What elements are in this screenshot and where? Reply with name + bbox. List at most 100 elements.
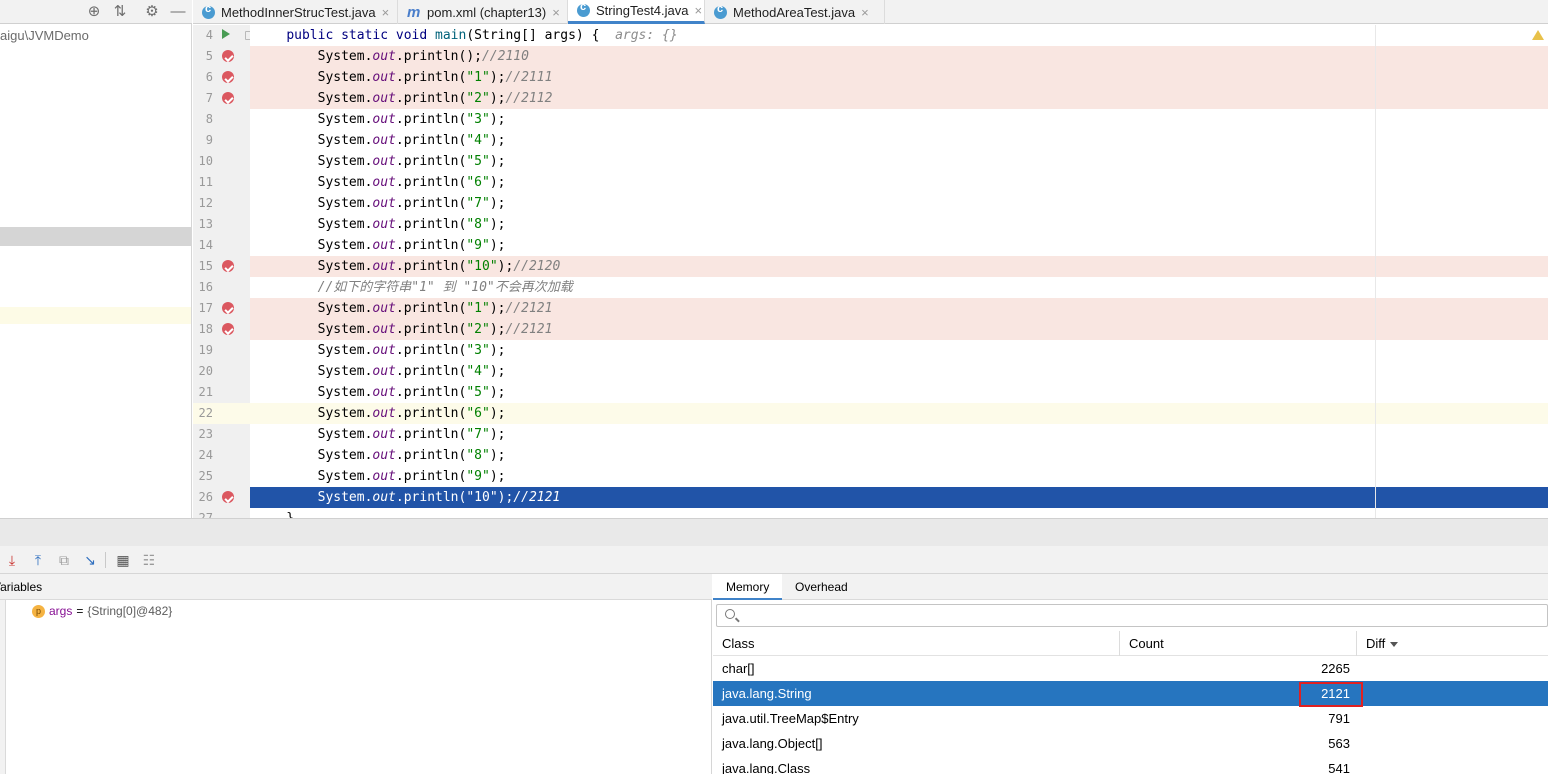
gutter-row[interactable]: 13 bbox=[193, 214, 250, 235]
gutter-row[interactable]: 5 bbox=[193, 46, 250, 67]
editor-tab[interactable]: MethodInnerStrucTest.java × bbox=[193, 0, 398, 24]
step-into-icon[interactable]: ⤓ bbox=[3, 551, 21, 569]
editor-tab[interactable]: StringTest4.java × bbox=[568, 0, 705, 24]
gear-icon[interactable]: ⚙ bbox=[143, 3, 161, 21]
close-icon[interactable]: × bbox=[552, 5, 560, 20]
class-search-input[interactable] bbox=[716, 604, 1548, 627]
line-number: 14 bbox=[198, 238, 213, 252]
close-icon[interactable]: × bbox=[382, 5, 390, 20]
gutter-row[interactable]: 21 bbox=[193, 382, 250, 403]
drop-frame-icon[interactable]: ⧉ bbox=[55, 551, 73, 569]
gutter-row[interactable]: 11 bbox=[193, 172, 250, 193]
table-row[interactable]: java.util.TreeMap$Entry 791 bbox=[713, 706, 1548, 731]
editor-tab[interactable]: MethodAreaTest.java × bbox=[705, 0, 885, 24]
code-line[interactable]: System.out.println("1");//2121 bbox=[250, 298, 1548, 319]
code-token: ); bbox=[489, 175, 506, 190]
gutter-row[interactable]: 12 bbox=[193, 193, 250, 214]
table-row[interactable]: char[] 2265 bbox=[713, 656, 1548, 681]
collapse-all-icon[interactable]: ⇅ bbox=[111, 3, 129, 21]
code-token: out bbox=[372, 70, 396, 85]
gutter-row[interactable]: 23 bbox=[193, 424, 250, 445]
gutter-row[interactable]: 10 bbox=[193, 151, 250, 172]
gutter-row[interactable]: 15 bbox=[193, 256, 250, 277]
code-line[interactable]: //如下的字符串"1" 到 "10"不会再次加载 bbox=[250, 277, 1548, 298]
code-line[interactable]: System.out.println("1");//2111 bbox=[250, 67, 1548, 88]
code-line[interactable]: System.out.println("8"); bbox=[250, 214, 1548, 235]
code-line[interactable]: System.out.println("7"); bbox=[250, 424, 1548, 445]
table-row[interactable]: java.lang.Class 541 bbox=[713, 756, 1548, 774]
column-header-count[interactable]: Count bbox=[1119, 631, 1356, 656]
variable-row[interactable]: p args = {String[0]@482} bbox=[32, 604, 172, 618]
breakpoint-icon[interactable] bbox=[222, 491, 234, 503]
gutter-row[interactable]: 8 bbox=[193, 109, 250, 130]
code-line[interactable]: public static void main(String[] args) {… bbox=[250, 25, 1548, 46]
editor-gutter[interactable]: 4 5 6 7 8 9 10 11 12 13 14 15 16 17 18 19 20 21 22 23 24 25 26… bbox=[193, 25, 253, 525]
code-line[interactable]: System.out.println("4"); bbox=[250, 361, 1548, 382]
column-header-diff[interactable]: Diff bbox=[1356, 631, 1548, 656]
code-line[interactable]: System.out.println("4"); bbox=[250, 130, 1548, 151]
code-line[interactable]: System.out.println("9"); bbox=[250, 466, 1548, 487]
close-icon[interactable]: × bbox=[861, 5, 869, 20]
gutter-row[interactable]: 24 bbox=[193, 445, 250, 466]
code-line[interactable]: } bbox=[250, 508, 1548, 518]
code-line[interactable]: System.out.println("5"); bbox=[250, 151, 1548, 172]
gutter-row[interactable]: 6 bbox=[193, 67, 250, 88]
code-line[interactable]: System.out.println("8"); bbox=[250, 445, 1548, 466]
code-line[interactable]: System.out.println("10");//2120 bbox=[250, 256, 1548, 277]
code-line[interactable]: System.out.println("2");//2121 bbox=[250, 319, 1548, 340]
tab-overhead[interactable]: Overhead bbox=[782, 574, 861, 600]
breakpoint-icon[interactable] bbox=[222, 92, 234, 104]
code-text: System.out.println("5"); bbox=[255, 383, 506, 403]
gutter-row[interactable]: 19 bbox=[193, 340, 250, 361]
gutter-row[interactable]: 25 bbox=[193, 466, 250, 487]
code-line[interactable]: System.out.println();//2110 bbox=[250, 46, 1548, 67]
breakpoint-icon[interactable] bbox=[222, 50, 234, 62]
project-path[interactable]: aigu\JVMDemo bbox=[0, 28, 89, 43]
breakpoint-icon[interactable] bbox=[222, 71, 234, 83]
evaluate-expression-icon[interactable]: ▦ bbox=[114, 551, 132, 569]
code-line[interactable]: System.out.println("3"); bbox=[250, 109, 1548, 130]
tab-memory[interactable]: Memory bbox=[713, 574, 783, 600]
column-header-class[interactable]: Class bbox=[713, 631, 1119, 656]
locate-icon[interactable]: ⊕ bbox=[85, 3, 103, 21]
code-text: System.out.println("10");//2120 bbox=[255, 257, 561, 277]
gutter-row[interactable]: 14 bbox=[193, 235, 250, 256]
run-icon[interactable] bbox=[222, 29, 230, 39]
table-row[interactable]: java.lang.Object[] 563 bbox=[713, 731, 1548, 756]
gutter-row[interactable]: 22 bbox=[193, 403, 250, 424]
table-row[interactable]: java.lang.String 2121 bbox=[713, 681, 1548, 707]
code-line[interactable]: System.out.println("5"); bbox=[250, 382, 1548, 403]
code-line[interactable]: System.out.println("7"); bbox=[250, 193, 1548, 214]
code-line[interactable]: System.out.println("10");//2121 bbox=[250, 487, 1548, 508]
code-token: "1" bbox=[466, 70, 490, 85]
gutter-row[interactable]: 17 bbox=[193, 298, 250, 319]
breakpoint-icon[interactable] bbox=[222, 323, 234, 335]
code-line[interactable]: System.out.println("2");//2112 bbox=[250, 88, 1548, 109]
breakpoint-icon[interactable] bbox=[222, 260, 234, 272]
project-tree-selected-row[interactable] bbox=[0, 227, 191, 246]
close-icon[interactable]: × bbox=[695, 3, 703, 18]
code-line[interactable]: System.out.println("6"); bbox=[250, 403, 1548, 424]
breakpoint-icon[interactable] bbox=[222, 302, 234, 314]
code-line[interactable]: System.out.println("9"); bbox=[250, 235, 1548, 256]
trace-icon[interactable]: ☷ bbox=[140, 551, 158, 569]
variables-panel: Variables p args = {String[0]@482} bbox=[0, 574, 712, 774]
code-token: ); bbox=[489, 238, 506, 253]
gutter-row[interactable]: 20 bbox=[193, 361, 250, 382]
project-tree-row[interactable] bbox=[0, 307, 191, 324]
gutter-row[interactable]: 7 bbox=[193, 88, 250, 109]
code-line[interactable]: System.out.println("3"); bbox=[250, 340, 1548, 361]
gutter-row[interactable]: 9 bbox=[193, 130, 250, 151]
gutter-row[interactable]: 26 bbox=[193, 487, 250, 508]
gutter-row[interactable]: 16 bbox=[193, 277, 250, 298]
run-to-cursor-icon[interactable]: ↘ bbox=[81, 551, 99, 569]
warning-icon[interactable] bbox=[1532, 30, 1544, 40]
step-out-icon[interactable]: ⤒ bbox=[29, 551, 47, 569]
code-token: "3" bbox=[466, 343, 490, 358]
code-line[interactable]: System.out.println("6"); bbox=[250, 172, 1548, 193]
hide-panel-icon[interactable]: — bbox=[169, 3, 187, 21]
gutter-row[interactable]: 18 bbox=[193, 319, 250, 340]
code-editor[interactable]: public static void main(String[] args) {… bbox=[250, 25, 1548, 518]
gutter-row[interactable]: 4 bbox=[193, 25, 253, 46]
editor-tab[interactable]: m pom.xml (chapter13) × bbox=[398, 0, 568, 24]
